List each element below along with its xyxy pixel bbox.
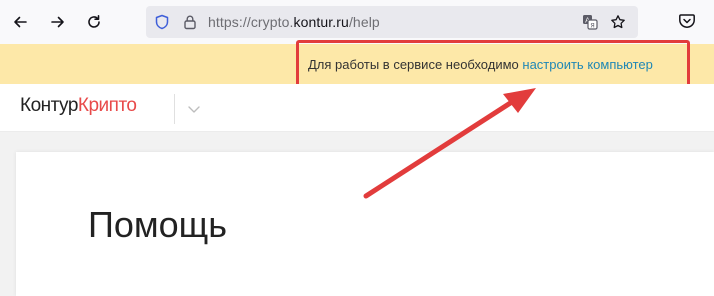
forward-button[interactable] — [44, 8, 72, 36]
translate-icon[interactable]: AЯ — [582, 14, 598, 30]
page: https://crypto.kontur.ru/help AЯ Для раб… — [0, 0, 714, 296]
svg-text:Я: Я — [590, 21, 595, 29]
url-suffix: /help — [348, 14, 380, 30]
url-domain: kontur.ru — [293, 14, 349, 30]
back-button[interactable] — [6, 8, 34, 36]
header-divider — [174, 94, 175, 124]
star-icon[interactable] — [610, 14, 626, 30]
url-prefix: https://crypto. — [208, 14, 294, 30]
pocket-icon[interactable] — [678, 12, 696, 30]
url-text[interactable]: https://crypto.kontur.ru/help — [208, 14, 380, 30]
chevron-down-icon[interactable] — [186, 101, 202, 117]
shield-icon[interactable] — [154, 14, 170, 30]
back-arrow-icon — [14, 16, 27, 28]
browser-toolbar: https://crypto.kontur.ru/help AЯ — [0, 0, 714, 44]
address-bar[interactable]: https://crypto.kontur.ru/help AЯ — [146, 6, 638, 38]
lock-icon[interactable] — [182, 14, 198, 30]
annotation-highlight-box — [296, 40, 690, 88]
logo-part-kontur: Контур — [20, 95, 78, 116]
reload-button[interactable] — [80, 8, 108, 36]
page-title: Помощь — [88, 204, 228, 245]
reload-icon — [88, 15, 100, 28]
logo-part-crypto: Крипто — [77, 95, 137, 116]
forward-arrow-icon — [51, 16, 64, 28]
kontur-crypto-logo[interactable]: КонтурКрипто — [20, 95, 137, 117]
